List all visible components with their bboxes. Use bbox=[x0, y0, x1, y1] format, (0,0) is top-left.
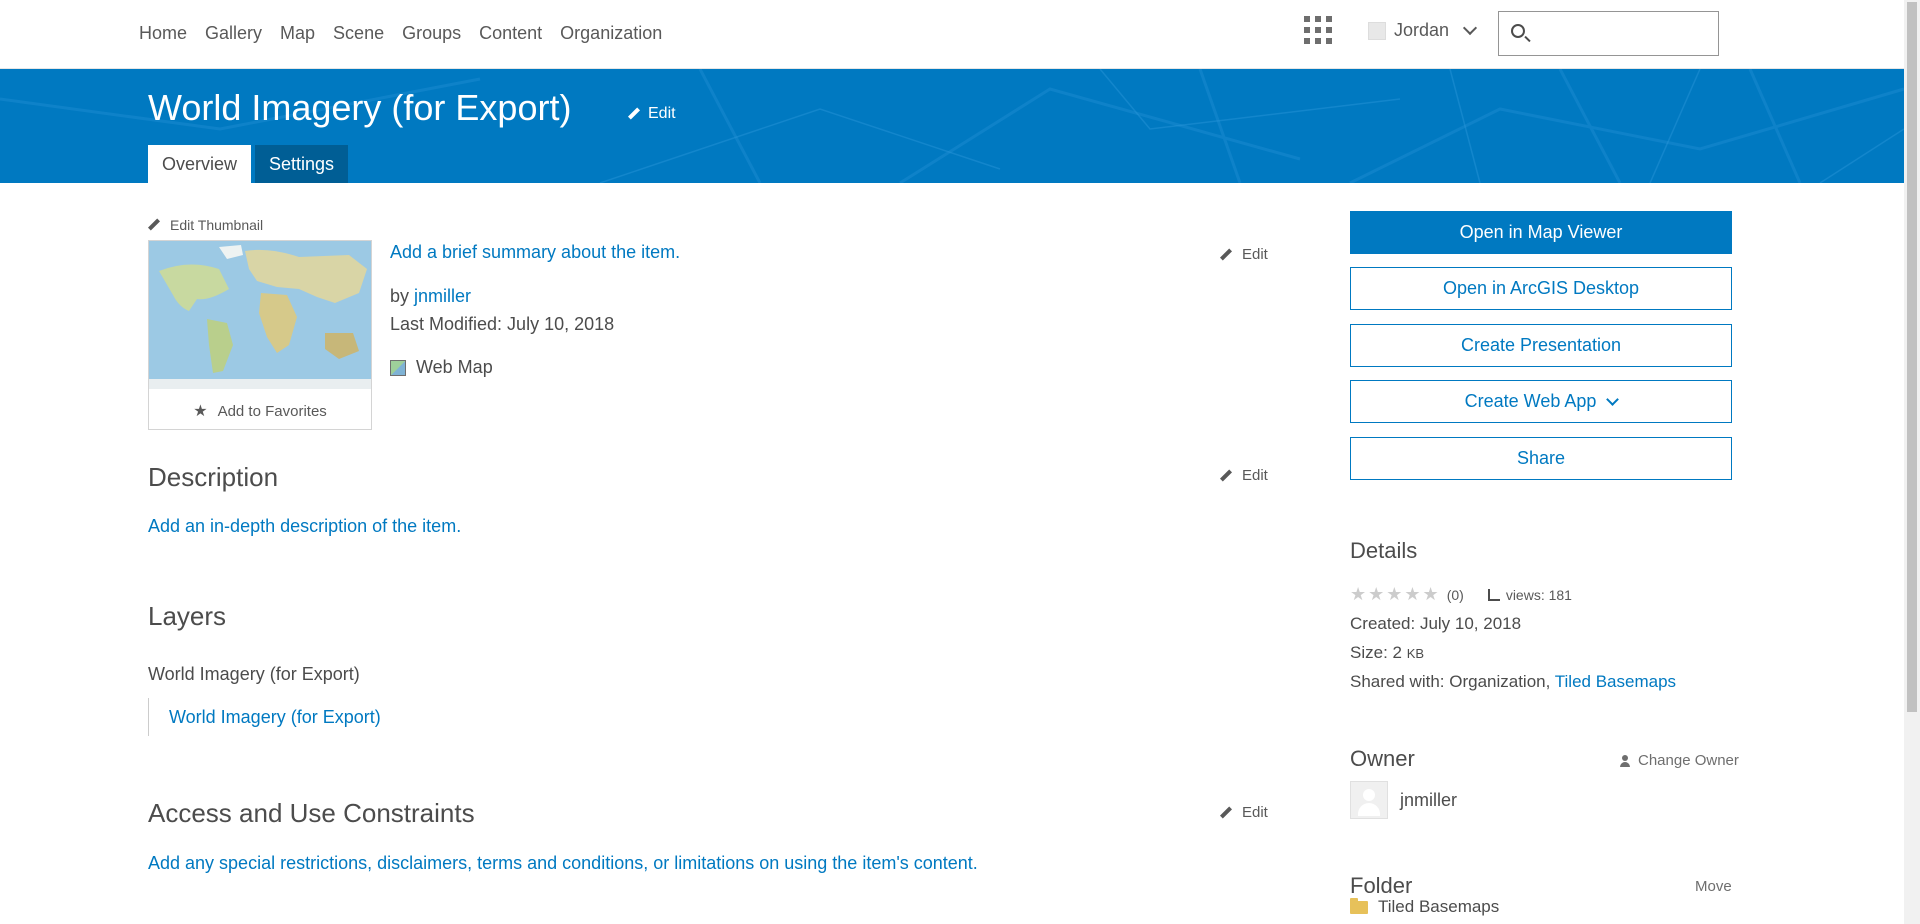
item-tabs: Overview Settings bbox=[148, 145, 349, 183]
title-edit-label: Edit bbox=[648, 105, 676, 122]
nav-gallery[interactable]: Gallery bbox=[205, 22, 262, 44]
views-count: views: 181 bbox=[1505, 586, 1572, 603]
user-name: Jordan bbox=[1394, 20, 1450, 40]
add-description-link[interactable]: Add an in-depth description of the item. bbox=[148, 516, 461, 537]
top-navigation: Home Gallery Map Scene Groups Content Or… bbox=[0, 0, 1904, 69]
page-title: World Imagery (for Export) bbox=[148, 87, 572, 128]
web-map-icon bbox=[390, 359, 406, 376]
edit-thumbnail-label: Edit Thumbnail bbox=[170, 217, 264, 233]
description-heading: Description bbox=[148, 462, 279, 492]
change-owner-label: Change Owner bbox=[1638, 752, 1739, 769]
person-icon bbox=[1620, 754, 1630, 767]
search-box bbox=[1498, 11, 1719, 56]
owner-link[interactable]: jnmiller bbox=[414, 286, 471, 306]
open-in-arcgis-desktop-button[interactable]: Open in ArcGIS Desktop bbox=[1350, 267, 1732, 310]
add-summary-link[interactable]: Add a brief summary about the item. bbox=[390, 242, 680, 263]
nav-home[interactable]: Home bbox=[139, 22, 187, 44]
layers-heading: Layers bbox=[148, 601, 227, 631]
pencil-icon bbox=[1220, 470, 1232, 482]
constraints-heading: Access and Use Constraints bbox=[148, 798, 475, 828]
created-date: Created: July 10, 2018 bbox=[1350, 614, 1522, 633]
add-constraints-link[interactable]: Add any special restrictions, disclaimer… bbox=[148, 853, 978, 874]
change-owner-button[interactable]: Change Owner bbox=[1620, 752, 1739, 769]
chart-icon bbox=[1487, 588, 1500, 601]
summary-edit-label: Edit bbox=[1242, 246, 1268, 263]
folder-name: Tiled Basemaps bbox=[1378, 897, 1500, 916]
item-size: Size: 2 KB bbox=[1350, 643, 1425, 662]
create-web-app-label: Create Web App bbox=[1464, 391, 1597, 411]
item-type-label: Web Map bbox=[416, 357, 493, 377]
constraints-edit-label: Edit bbox=[1242, 804, 1268, 821]
nav-links: Home Gallery Map Scene Groups Content Or… bbox=[139, 22, 662, 44]
search-icon[interactable] bbox=[1511, 24, 1525, 38]
nav-groups[interactable]: Groups bbox=[402, 22, 461, 44]
tab-settings[interactable]: Settings bbox=[255, 145, 349, 183]
layer-link[interactable]: World Imagery (for Export) bbox=[148, 698, 381, 736]
nav-organization[interactable]: Organization bbox=[560, 22, 662, 44]
user-menu[interactable]: Jordan bbox=[1368, 20, 1478, 41]
owner-heading: Owner bbox=[1350, 746, 1415, 771]
summary-edit-button[interactable]: Edit bbox=[1220, 246, 1268, 263]
world-map-thumbnail bbox=[149, 241, 371, 389]
star-icon: ★ bbox=[193, 403, 208, 420]
scrollbar-thumb[interactable] bbox=[1907, 2, 1917, 712]
create-presentation-button[interactable]: Create Presentation bbox=[1350, 324, 1732, 367]
description-edit-label: Edit bbox=[1242, 467, 1268, 484]
owner-byline: by jnmiller bbox=[390, 286, 471, 307]
views-stat: views: 181 bbox=[1487, 586, 1572, 603]
search-input[interactable] bbox=[1535, 12, 1715, 55]
move-button[interactable]: Move bbox=[1695, 878, 1732, 895]
pencil-icon bbox=[148, 219, 160, 231]
app-launcher-icon[interactable] bbox=[1304, 16, 1332, 44]
nav-content[interactable]: Content bbox=[479, 22, 542, 44]
folder-heading: Folder bbox=[1350, 873, 1413, 898]
chevron-down-icon bbox=[1606, 392, 1620, 406]
shared-organization: Organization, bbox=[1449, 672, 1551, 691]
owner-avatar bbox=[1350, 781, 1388, 819]
layer-parent: World Imagery (for Export) bbox=[148, 664, 360, 684]
last-modified: Last Modified: July 10, 2018 bbox=[390, 314, 615, 334]
open-in-map-viewer-button[interactable]: Open in Map Viewer bbox=[1350, 211, 1732, 254]
item-header-banner: World Imagery (for Export) Edit Overview… bbox=[0, 69, 1904, 183]
title-edit-button[interactable]: Edit bbox=[628, 105, 676, 123]
rating-stars[interactable]: ★★★★★ bbox=[1350, 584, 1441, 605]
share-button[interactable]: Share bbox=[1350, 437, 1732, 480]
folder-icon bbox=[1350, 897, 1368, 914]
description-edit-button[interactable]: Edit bbox=[1220, 467, 1268, 484]
rating-count: (0) bbox=[1446, 586, 1464, 603]
shared-group-link[interactable]: Tiled Basemaps bbox=[1555, 672, 1676, 691]
pencil-icon bbox=[1220, 249, 1232, 261]
chevron-down-icon bbox=[1462, 20, 1478, 35]
add-to-favorites-button[interactable]: ★ Add to Favorites bbox=[149, 393, 371, 429]
nav-scene[interactable]: Scene bbox=[333, 22, 384, 44]
owner-name[interactable]: jnmiller bbox=[1400, 790, 1457, 811]
item-type: Web Map bbox=[390, 357, 493, 378]
user-avatar bbox=[1368, 21, 1386, 40]
edit-thumbnail-button[interactable]: Edit Thumbnail bbox=[148, 217, 263, 233]
page-scrollbar[interactable] bbox=[1904, 0, 1920, 924]
by-prefix: by bbox=[390, 286, 410, 306]
details-heading: Details bbox=[1350, 538, 1418, 563]
nav-map[interactable]: Map bbox=[280, 22, 315, 44]
create-web-app-button[interactable]: Create Web App bbox=[1350, 380, 1732, 423]
pencil-icon bbox=[1220, 807, 1232, 819]
add-to-favorites-label: Add to Favorites bbox=[217, 402, 327, 420]
tab-overview[interactable]: Overview bbox=[148, 145, 252, 183]
constraints-edit-button[interactable]: Edit bbox=[1220, 804, 1268, 821]
rating-row: ★★★★★ (0) views: 181 bbox=[1350, 584, 1572, 605]
pencil-icon bbox=[628, 108, 640, 120]
folder-item: Tiled Basemaps bbox=[1350, 897, 1499, 917]
thumbnail-card: ★ Add to Favorites bbox=[148, 240, 372, 430]
shared-with: Shared with: Organization, Tiled Basemap… bbox=[1350, 672, 1677, 691]
